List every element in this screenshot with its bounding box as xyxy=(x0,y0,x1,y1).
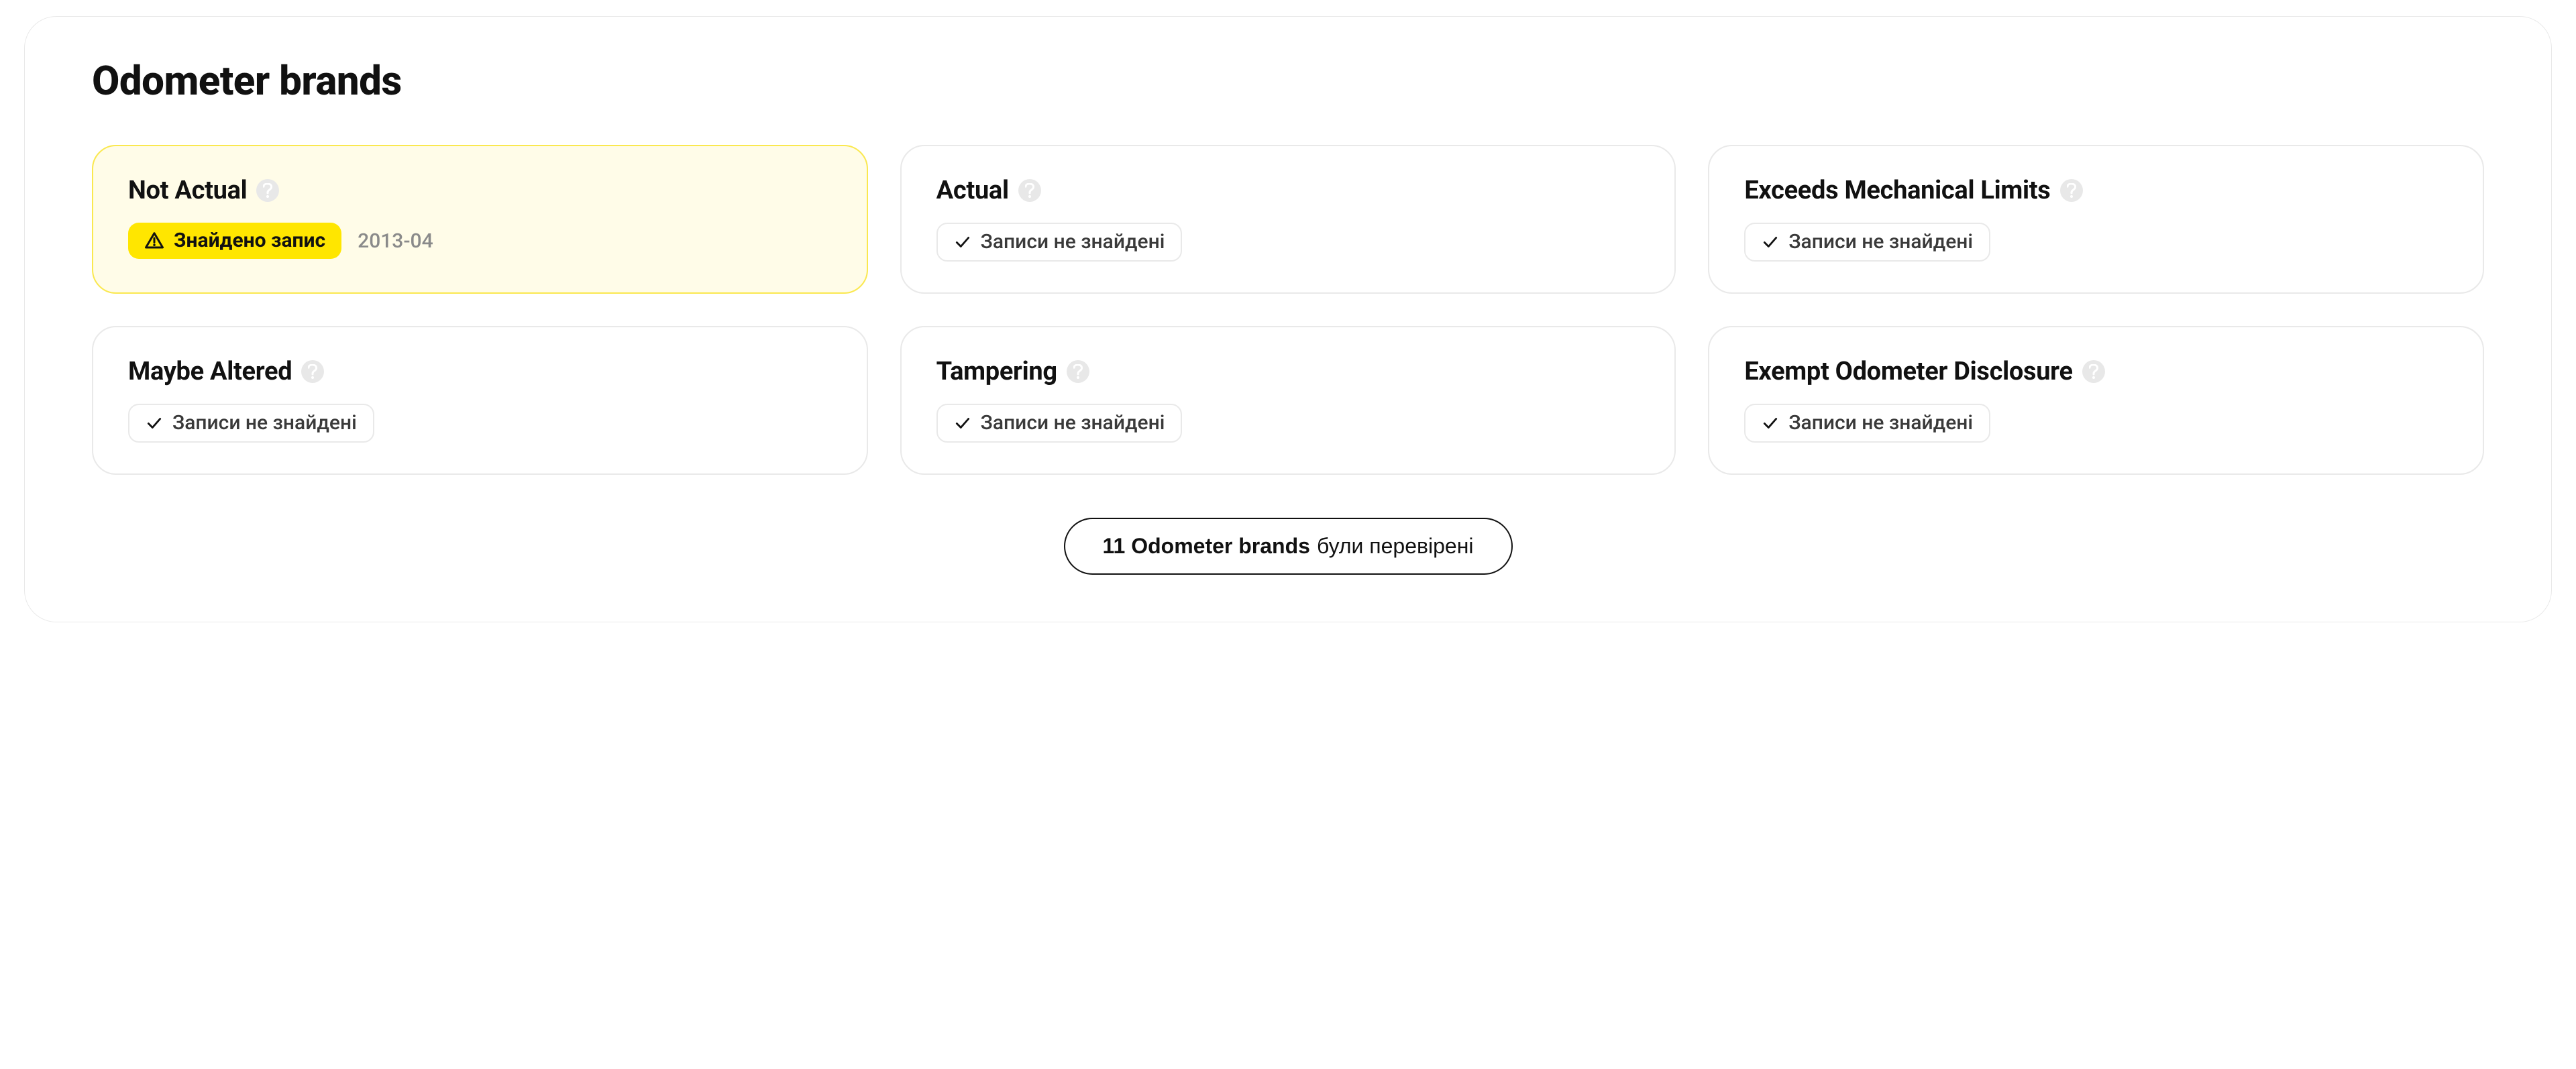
status-label: Записи не знайдені xyxy=(981,232,1165,252)
status-badge-not-found: Записи не знайдені xyxy=(1744,404,1990,443)
card-title: Tampering xyxy=(936,357,1057,386)
status-row: Записи не знайдені xyxy=(936,404,1640,443)
card-title-row: Actual xyxy=(936,176,1640,205)
card-exempt-odometer-disclosure: Exempt Odometer Disclosure Записи не зна… xyxy=(1708,326,2484,475)
card-actual: Actual Записи не знайдені xyxy=(900,145,1676,294)
status-row: Записи не знайдені xyxy=(1744,223,2448,262)
card-title-row: Exempt Odometer Disclosure xyxy=(1744,357,2448,386)
card-not-actual: Not Actual Знайдено запис 2013-04 xyxy=(92,145,868,294)
status-row: Записи не знайдені xyxy=(1744,404,2448,443)
status-badge-not-found: Записи не знайдені xyxy=(1744,223,1990,262)
status-label: Записи не знайдені xyxy=(172,413,357,433)
status-row: Записи не знайдені xyxy=(936,223,1640,262)
checked-count-bold: 11 Odometer brands xyxy=(1103,534,1310,559)
status-label: Записи не знайдені xyxy=(981,413,1165,433)
help-icon[interactable] xyxy=(1067,360,1089,383)
card-title-row: Not Actual xyxy=(128,176,832,205)
card-title: Exceeds Mechanical Limits xyxy=(1744,176,2050,205)
card-title: Maybe Altered xyxy=(128,357,292,386)
card-title-row: Tampering xyxy=(936,357,1640,386)
status-badge-not-found: Записи не знайдені xyxy=(936,404,1183,443)
status-label: Записи не знайдені xyxy=(1788,232,1973,252)
section-title: Odometer brands xyxy=(92,57,2484,105)
card-maybe-altered: Maybe Altered Записи не знайдені xyxy=(92,326,868,475)
check-icon xyxy=(954,414,971,432)
check-icon xyxy=(1762,233,1779,251)
checked-count-button[interactable]: 11 Odometer brands були перевірені xyxy=(1064,518,1513,575)
card-title: Exempt Odometer Disclosure xyxy=(1744,357,2072,386)
status-label: Записи не знайдені xyxy=(1788,413,1973,433)
status-label: Знайдено запис xyxy=(174,231,325,251)
card-title: Actual xyxy=(936,176,1009,205)
cards-grid: Not Actual Знайдено запис 2013-04 Actual xyxy=(92,145,2484,475)
card-title-row: Maybe Altered xyxy=(128,357,832,386)
card-exceeds-mechanical-limits: Exceeds Mechanical Limits Записи не знай… xyxy=(1708,145,2484,294)
check-icon xyxy=(954,233,971,251)
help-icon[interactable] xyxy=(1018,179,1041,202)
status-date: 2013-04 xyxy=(358,229,433,253)
help-icon[interactable] xyxy=(2082,360,2105,383)
card-title: Not Actual xyxy=(128,176,247,205)
help-icon[interactable] xyxy=(2060,179,2083,202)
status-row: Знайдено запис 2013-04 xyxy=(128,223,832,259)
status-badge-found: Знайдено запис xyxy=(128,223,341,259)
warning-icon xyxy=(144,231,164,251)
card-title-row: Exceeds Mechanical Limits xyxy=(1744,176,2448,205)
help-icon[interactable] xyxy=(301,360,324,383)
footer-row: 11 Odometer brands були перевірені xyxy=(92,518,2484,575)
checked-count-suffix: були перевірені xyxy=(1317,534,1474,559)
check-icon xyxy=(1762,414,1779,432)
check-icon xyxy=(146,414,163,432)
status-badge-not-found: Записи не знайдені xyxy=(936,223,1183,262)
card-tampering: Tampering Записи не знайдені xyxy=(900,326,1676,475)
status-row: Записи не знайдені xyxy=(128,404,832,443)
help-icon[interactable] xyxy=(256,179,279,202)
status-badge-not-found: Записи не знайдені xyxy=(128,404,374,443)
odometer-brands-panel: Odometer brands Not Actual Знайдено запи… xyxy=(24,16,2552,622)
